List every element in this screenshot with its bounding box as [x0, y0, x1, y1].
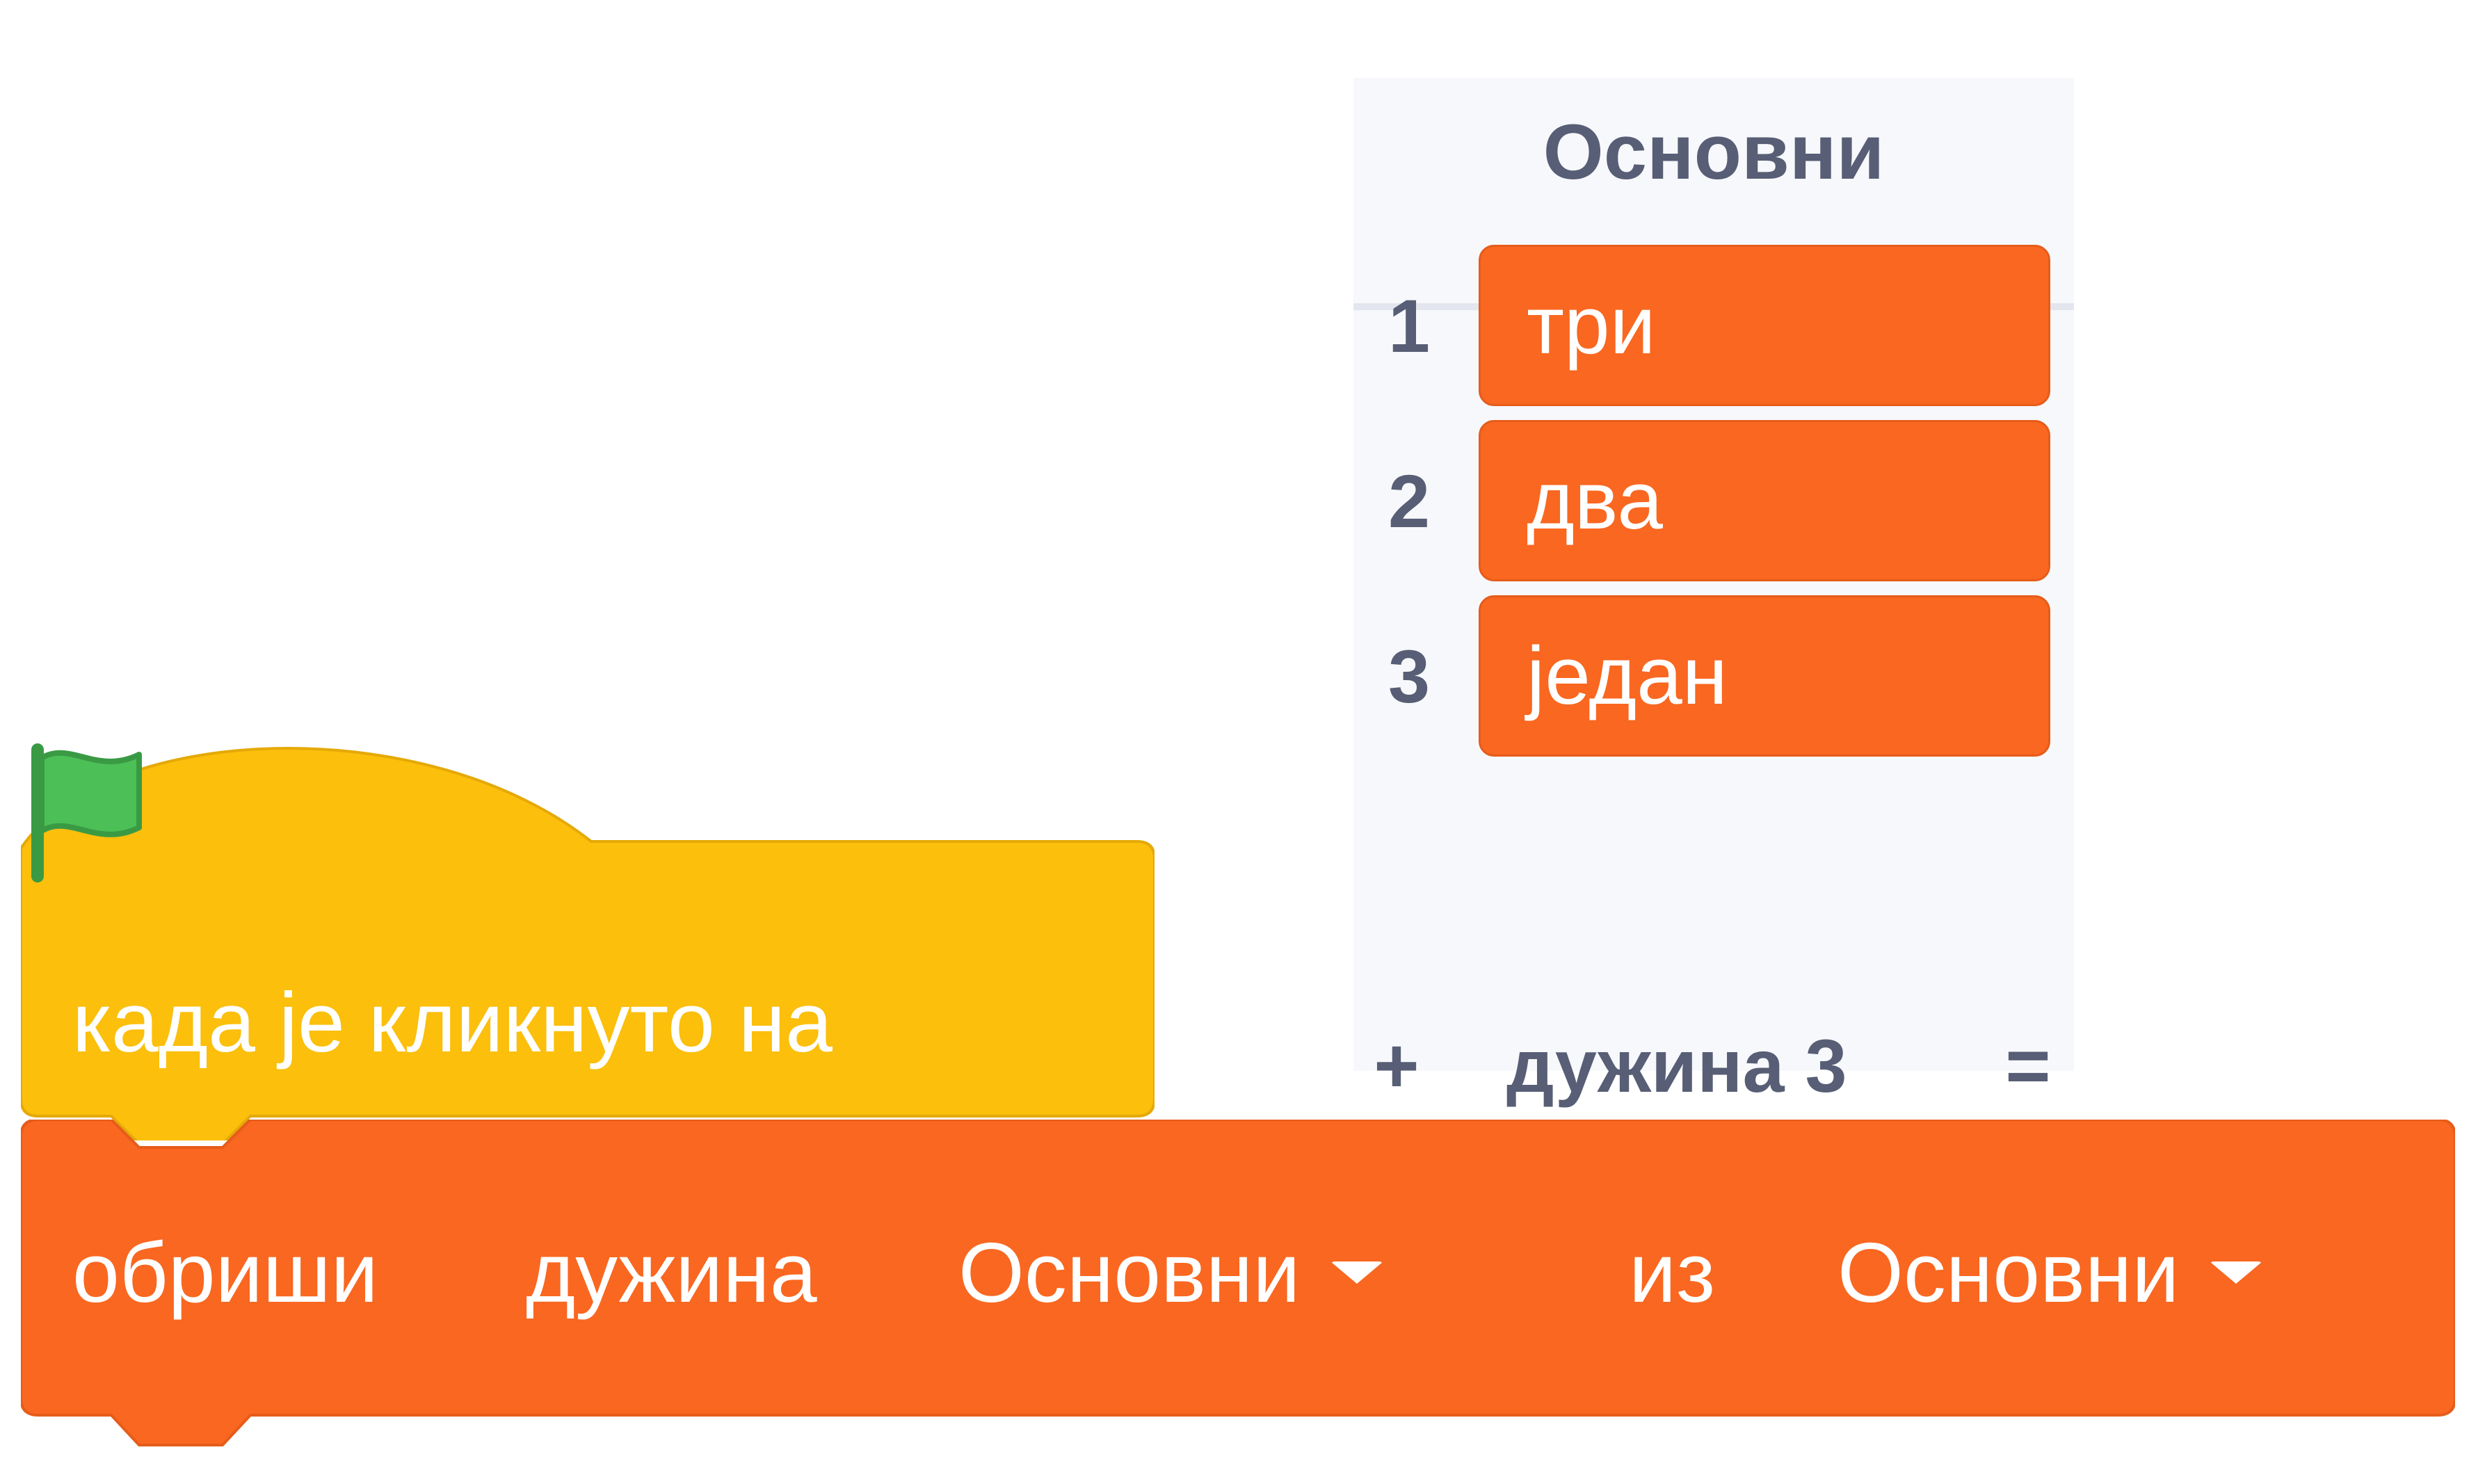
- list-item-index: 3: [1388, 634, 1431, 718]
- list-item-value[interactable]: један: [1479, 595, 2050, 757]
- green-flag-icon: [31, 743, 142, 882]
- item-dropdown[interactable]: Основни: [958, 1203, 1384, 1342]
- list-monitor-title: Основни: [1543, 108, 1885, 195]
- from-label: из: [1629, 1225, 1716, 1320]
- chevron-down-icon: [1330, 1261, 1384, 1284]
- list-monitor: Основни 1 три 2 два 3 један + дужина 3 =: [1353, 78, 2074, 1109]
- chevron-down-icon: [2210, 1261, 2263, 1284]
- when-flag-clicked-block[interactable]: када је кликнуто на: [21, 737, 1155, 1140]
- list-item-value[interactable]: три: [1479, 245, 2050, 406]
- list-monitor-footer: + дужина 3 =: [1353, 989, 2074, 1142]
- item-dropdown-value: Основни: [958, 1225, 1301, 1320]
- list-item: 3 један: [1353, 595, 2074, 757]
- delete-verb-label: обриши: [72, 1225, 378, 1320]
- hat-block-label: када је кликнуто на: [72, 975, 833, 1070]
- list-dropdown-value: Основни: [1837, 1225, 2180, 1320]
- resize-handle[interactable]: =: [1993, 989, 2063, 1142]
- list-dropdown[interactable]: Основни: [1837, 1203, 2263, 1342]
- list-length-label: дужина 3: [1506, 1023, 1847, 1108]
- list-item-index: 1: [1388, 283, 1431, 368]
- delete-list-item-block[interactable]: обриши дужина Основни из Основни: [21, 1120, 2455, 1453]
- item-label: дужина: [526, 1225, 817, 1320]
- list-item-index: 2: [1388, 458, 1431, 543]
- add-item-button[interactable]: +: [1363, 989, 1430, 1142]
- list-item: 1 три: [1353, 245, 2074, 406]
- list-item-value[interactable]: два: [1479, 420, 2050, 581]
- list-item: 2 два: [1353, 420, 2074, 581]
